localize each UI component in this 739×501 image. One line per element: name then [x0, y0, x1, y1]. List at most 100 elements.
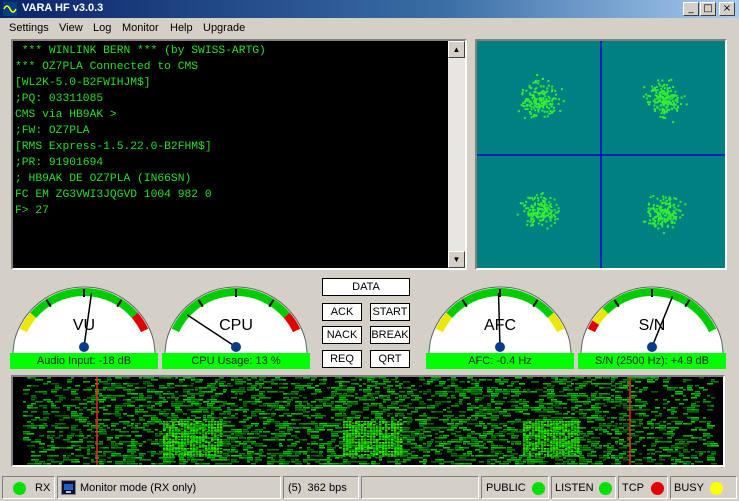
- waterfall-pixel: [551, 393, 554, 395]
- qrt-button[interactable]: QRT: [370, 350, 410, 368]
- waterfall-pixel: [515, 453, 518, 455]
- waterfall-burst-pixel: [355, 446, 358, 448]
- waterfall-pixel: [407, 393, 414, 395]
- waterfall-burst-pixel: [394, 440, 397, 442]
- waterfall-pixel: [127, 393, 131, 395]
- close-button[interactable]: ×: [719, 2, 735, 16]
- waterfall-pixel: [695, 401, 700, 403]
- break-button[interactable]: BREAK: [370, 326, 410, 344]
- waterfall-pixel: [59, 419, 64, 421]
- menu-help[interactable]: Help: [170, 22, 193, 34]
- waterfall-pixel: [639, 453, 642, 455]
- waterfall-burst-pixel: [346, 430, 349, 432]
- waterfall-pixel: [499, 401, 505, 403]
- waterfall-pixel: [587, 381, 592, 383]
- waterfall-burst-pixel: [352, 422, 355, 424]
- waterfall-pixel: [75, 399, 81, 401]
- waterfall-pixel: [155, 429, 158, 431]
- terminal-scrollbar[interactable]: ▲ ▼: [448, 41, 465, 268]
- waterfall-pixel: [255, 443, 263, 445]
- waterfall-pixel: [187, 459, 190, 461]
- constellation-point: [653, 204, 655, 207]
- waterfall-pixel: [431, 395, 435, 397]
- waterfall-pixel: [139, 395, 144, 397]
- menu-log[interactable]: Log: [93, 22, 111, 34]
- waterfall-pixel: [603, 455, 609, 457]
- waterfall-pixel: [323, 381, 326, 383]
- waterfall-burst-pixel: [205, 455, 208, 457]
- start-button[interactable]: START: [370, 303, 410, 321]
- waterfall-pixel: [251, 463, 256, 465]
- waterfall-burst-pixel: [568, 421, 571, 423]
- waterfall-burst-pixel: [214, 422, 217, 424]
- waterfall-burst-pixel: [544, 421, 547, 423]
- menu-view[interactable]: View: [59, 22, 83, 34]
- req-button[interactable]: REQ: [322, 350, 362, 368]
- waterfall-pixel: [631, 429, 635, 431]
- constellation-point: [651, 85, 654, 88]
- waterfall-pixel: [707, 427, 713, 429]
- waterfall-pixel: [635, 425, 641, 427]
- waterfall-pixel: [667, 377, 671, 379]
- waterfall-burst-pixel: [562, 421, 565, 423]
- constellation-point: [527, 207, 530, 209]
- waterfall-burst-pixel: [367, 439, 370, 441]
- minimize-button[interactable]: _: [683, 2, 699, 16]
- waterfall-burst-pixel: [361, 430, 364, 432]
- waterfall-burst-pixel: [538, 437, 541, 439]
- waterfall-pixel: [119, 407, 122, 409]
- waterfall-pixel: [655, 415, 662, 417]
- ack-button[interactable]: ACK: [322, 303, 362, 321]
- waterfall-pixel: [651, 425, 654, 427]
- waterfall-pixel: [407, 441, 411, 443]
- waterfall-burst-pixel: [163, 442, 166, 444]
- waterfall-pixel: [343, 459, 348, 461]
- waterfall-burst-pixel: [556, 440, 559, 442]
- terminal-panel[interactable]: *** WINLINK BERN *** (by SWISS-ARTG) ***…: [11, 39, 467, 270]
- menu-upgrade[interactable]: Upgrade: [203, 22, 245, 34]
- nack-button[interactable]: NACK: [322, 326, 362, 344]
- waterfall-pixel: [503, 379, 509, 381]
- waterfall-display[interactable]: [11, 375, 725, 467]
- waterfall-burst-pixel: [535, 446, 538, 448]
- waterfall-pixel: [699, 421, 706, 423]
- waterfall-burst-pixel: [349, 428, 352, 430]
- waterfall-pixel: [491, 429, 494, 431]
- waterfall-burst-pixel: [550, 433, 553, 435]
- constellation-point: [662, 89, 665, 92]
- waterfall-burst-pixel: [349, 424, 352, 426]
- waterfall-pixel: [355, 415, 361, 417]
- waterfall-pixel: [271, 461, 279, 463]
- waterfall-burst-pixel: [541, 428, 544, 430]
- waterfall-burst-pixel: [214, 455, 217, 457]
- menu-settings[interactable]: Settings: [9, 22, 49, 34]
- waterfall-burst-pixel: [214, 434, 217, 436]
- waterfall-pixel: [651, 443, 657, 445]
- waterfall-pixel: [391, 419, 397, 421]
- waterfall-burst-pixel: [199, 421, 202, 423]
- waterfall-pixel: [475, 423, 478, 425]
- waterfall-burst-pixel: [202, 449, 205, 451]
- waterfall-pixel: [539, 399, 544, 401]
- waterfall-pixel: [615, 423, 618, 425]
- waterfall-pixel: [635, 441, 640, 443]
- scroll-down-icon[interactable]: ▼: [448, 251, 465, 268]
- constellation-point: [532, 212, 535, 214]
- waterfall-burst-pixel: [571, 440, 574, 442]
- waterfall-pixel: [547, 397, 554, 399]
- waterfall-pixel: [571, 409, 575, 411]
- waterfall-burst-pixel: [349, 449, 352, 451]
- waterfall-pixel: [575, 401, 583, 403]
- constellation-point: [534, 88, 537, 91]
- waterfall-pixel: [639, 389, 643, 391]
- menu-monitor[interactable]: Monitor: [122, 22, 159, 34]
- data-button[interactable]: DATA: [322, 278, 410, 296]
- constellation-point: [670, 78, 673, 81]
- waterfall-pixel: [55, 387, 62, 389]
- scroll-up-icon[interactable]: ▲: [448, 41, 465, 58]
- waterfall-pixel: [51, 411, 59, 413]
- terminal-text[interactable]: *** WINLINK BERN *** (by SWISS-ARTG) ***…: [15, 43, 447, 266]
- constellation-point: [521, 93, 524, 96]
- waterfall-burst-pixel: [376, 454, 379, 456]
- maximize-button[interactable]: □: [700, 2, 716, 16]
